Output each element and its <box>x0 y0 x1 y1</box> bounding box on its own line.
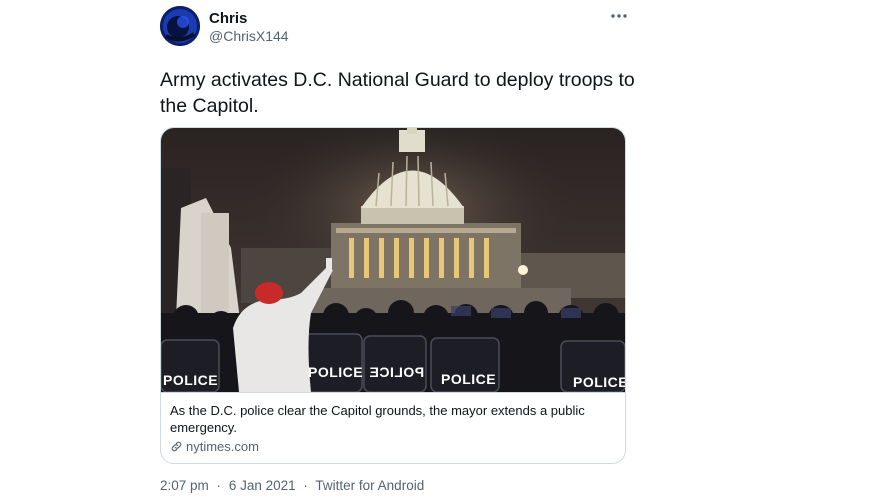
shield-label: POLICE <box>163 372 219 388</box>
tweet-client[interactable]: Twitter for Android <box>315 478 424 493</box>
shield-label-mirrored: POLICE <box>369 364 425 380</box>
tweet-time[interactable]: 2:07 pm <box>160 478 209 493</box>
meta-separator: · <box>303 478 308 493</box>
card-domain-text: nytimes.com <box>186 439 259 454</box>
user-name[interactable]: Chris <box>209 10 247 27</box>
user-handle[interactable]: @ChrisX144 <box>209 28 289 44</box>
card-description: As the D.C. police clear the Capitol gro… <box>170 403 585 435</box>
capitol-photo <box>161 128 625 392</box>
card-domain[interactable]: nytimes.com <box>170 439 259 454</box>
avatar-image <box>160 6 200 46</box>
tweet-date[interactable]: 6 Jan 2021 <box>229 478 296 493</box>
link-icon <box>171 441 182 452</box>
shield-label: POLICE <box>441 371 497 387</box>
more-options-icon[interactable] <box>609 8 629 24</box>
meta-separator: · <box>216 478 222 493</box>
card-meta: As the D.C. police clear the Capitol gro… <box>161 392 625 463</box>
tweet-meta: 2:07 pm · 6 Jan 2021 · Twitter for Andro… <box>160 478 424 493</box>
tweet-text: Army activates D.C. National Guard to de… <box>160 69 635 117</box>
avatar[interactable] <box>160 6 200 46</box>
link-card[interactable]: POLICE POLICE POLICE POLICE POLICE As th… <box>160 127 626 464</box>
shield-label: POLICE <box>308 364 364 380</box>
shield-label: POLICE <box>573 374 626 390</box>
